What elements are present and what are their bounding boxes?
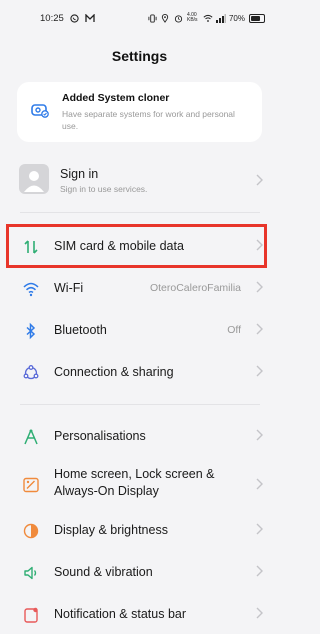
page-title: Settings (111, 48, 168, 64)
setting-label: Bluetooth (54, 323, 107, 337)
alarm-icon (174, 14, 183, 23)
signal-icon (215, 13, 226, 23)
section-divider (20, 212, 260, 213)
wifi-icon (203, 14, 213, 23)
setting-value: OteroCaleroFamilia (149, 282, 241, 294)
setting-display-brightness[interactable]: Display & brightness (0, 510, 279, 550)
brightness-icon (22, 522, 40, 540)
cloner-title: Added System cloner (62, 92, 170, 104)
whatsapp-icon (70, 14, 79, 23)
setting-label-line1: Home screen, Lock screen & (54, 467, 215, 481)
chevron-right-icon (254, 321, 264, 337)
setting-label: Personalisations (54, 429, 146, 443)
setting-label: Sound & vibration (54, 565, 153, 579)
status-bar: 10:25 4.00 KB/s 70% (0, 0, 279, 36)
sign-in-title: Sign in (60, 167, 99, 181)
vibrate-icon (148, 13, 157, 23)
system-cloner-icon (30, 100, 50, 120)
setting-value: Off (227, 324, 241, 336)
battery-percent: 70% (228, 13, 245, 23)
wifi-icon (22, 280, 40, 298)
connection-icon (22, 364, 40, 382)
setting-bluetooth[interactable]: Bluetooth Off (0, 310, 279, 350)
status-time: 10:25 (40, 13, 64, 24)
app-notification-icon (85, 13, 95, 23)
avatar (19, 164, 49, 194)
setting-sound-vibration[interactable]: Sound & vibration (0, 552, 279, 592)
highlight-box (6, 224, 267, 268)
setting-label: Wi-Fi (54, 281, 84, 295)
setting-home-lock-screen[interactable]: Home screen, Lock screen & Always-On Dis… (0, 462, 279, 506)
setting-personalisations[interactable]: Personalisations (0, 416, 279, 456)
setting-connection-sharing[interactable]: Connection & sharing (0, 352, 279, 392)
sound-icon (22, 564, 40, 582)
sign-in-row[interactable]: Sign in Sign in to use services. (0, 158, 279, 202)
personalisation-icon (22, 428, 40, 446)
sign-in-subtitle: Sign in to use services. (60, 184, 148, 194)
bluetooth-icon (22, 322, 40, 340)
system-cloner-card[interactable]: Added System cloner Have separate system… (17, 82, 262, 142)
chevron-right-icon (254, 476, 264, 492)
setting-label: Home screen, Lock screen & Always-On Dis… (54, 466, 244, 500)
data-speed-indicator: 4.00 KB/s (186, 12, 198, 23)
notification-icon (22, 606, 40, 624)
chevron-right-icon (254, 279, 264, 295)
setting-label: Connection & sharing (54, 365, 174, 379)
section-divider (20, 404, 260, 405)
battery-icon (249, 13, 265, 23)
setting-label-line2: Always-On Display (54, 484, 159, 498)
cloner-subtitle: Have separate systems for work and perso… (62, 109, 235, 131)
setting-wifi[interactable]: Wi-Fi OteroCaleroFamilia (0, 268, 279, 308)
chevron-right-icon (254, 605, 264, 621)
chevron-right-icon (254, 363, 264, 379)
chevron-right-icon (254, 563, 264, 579)
location-icon (161, 13, 170, 23)
setting-notification-status-bar[interactable]: Notification & status bar (0, 594, 279, 634)
setting-label: Display & brightness (54, 523, 168, 537)
chevron-right-icon (254, 521, 264, 537)
chevron-right-icon (254, 172, 264, 188)
home-screen-icon (22, 476, 40, 494)
setting-label: Notification & status bar (54, 607, 187, 621)
chevron-right-icon (254, 427, 264, 443)
